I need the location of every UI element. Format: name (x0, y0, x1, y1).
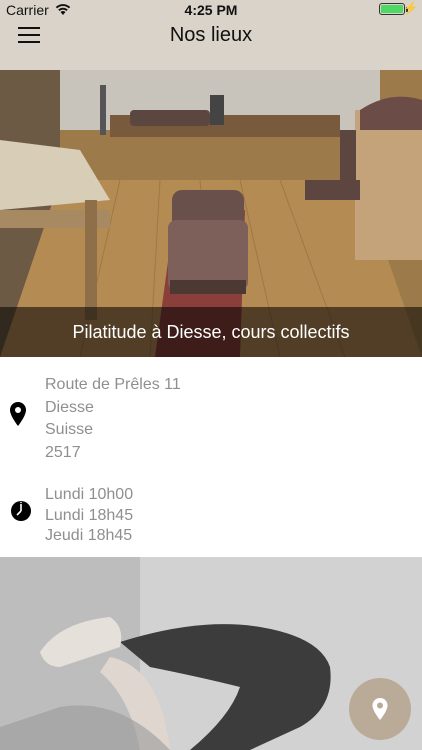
location-details: Route de Prêles 11 Diesse Suisse 2517 Lu… (0, 357, 422, 557)
status-time: 4:25 PM (184, 2, 238, 18)
address-city: Diesse (45, 398, 94, 416)
page-title: Nos lieux (169, 24, 253, 46)
location-photo[interactable]: Pilatitude à Diesse, cours collectifs (0, 70, 422, 357)
battery-icon (379, 3, 408, 15)
schedule-item: Lundi 10h00 (45, 486, 134, 503)
address-country: Suisse (45, 421, 94, 438)
address-block: Route de Prêles 11 Diesse Suisse 2517 (45, 374, 181, 464)
address-street: Route de Prêles 11 (45, 376, 181, 393)
location-caption: Pilatitude à Diesse, cours collectifs (0, 307, 422, 357)
charging-bolt-icon: ⚡ (403, 1, 418, 15)
address-postal-code: 2517 (45, 443, 81, 461)
map-pin-icon (372, 698, 388, 720)
schedule-block: Lundi 10h00 Lundi 18h45 Jeudi 18h45 (45, 485, 133, 547)
location-pin-icon (10, 402, 26, 426)
status-bar: Carrier 4:25 PM ⚡ (0, 0, 422, 20)
clock-icon (11, 501, 31, 521)
schedule-item: Lundi 18h45 (45, 506, 134, 524)
battery-fill (381, 5, 403, 13)
map-button[interactable] (349, 678, 411, 740)
schedule-item: Jeudi 18h45 (45, 527, 133, 544)
navigation-bar: Carrier 4:25 PM ⚡ Nos lieux (0, 0, 422, 70)
